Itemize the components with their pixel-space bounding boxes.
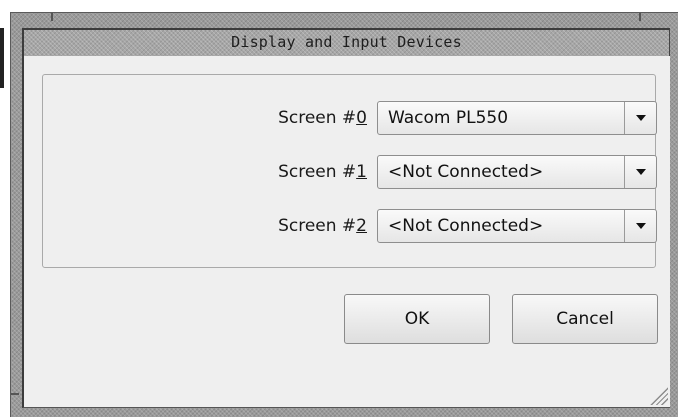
dialog-title: Display and Input Devices <box>231 33 462 51</box>
screen-1-mnemonic: 1 <box>356 162 367 182</box>
screenshot-stage: Display and Input Devices Screen #0 Waco… <box>0 0 678 417</box>
screen-row-1: Screen #1 <Not Connected> <box>43 155 657 189</box>
screen-2-dropdown-button[interactable] <box>624 210 656 242</box>
screen-row-0: Screen #0 Wacom PL550 <box>43 101 657 135</box>
dialog-body: Screen #0 Wacom PL550 Screen #1 <Not Con… <box>22 56 670 408</box>
screen-1-dropdown-button[interactable] <box>624 156 656 188</box>
ok-button[interactable]: OK <box>344 294 490 344</box>
chevron-down-icon <box>635 115 646 121</box>
screen-0-label: Screen #0 <box>278 108 367 128</box>
frame-resize-notch <box>11 393 19 395</box>
screen-1-dropdown[interactable]: <Not Connected> <box>377 155 657 189</box>
screen-2-label: Screen #2 <box>278 216 367 236</box>
screen-0-dropdown[interactable]: Wacom PL550 <box>377 101 657 135</box>
background-window-edge <box>0 28 4 88</box>
frame-resize-notch <box>51 13 53 21</box>
frame-resize-notch <box>639 13 641 21</box>
screen-2-dropdown[interactable]: <Not Connected> <box>377 209 657 243</box>
screen-row-2: Screen #2 <Not Connected> <box>43 209 657 243</box>
screens-group-box: Screen #0 Wacom PL550 Screen #1 <Not Con… <box>42 74 657 268</box>
screen-0-selected-value: Wacom PL550 <box>388 108 509 128</box>
screen-1-selected-value: <Not Connected> <box>388 162 544 182</box>
screen-0-dropdown-button[interactable] <box>624 102 656 134</box>
screen-0-mnemonic: 0 <box>356 108 367 128</box>
dialog-titlebar[interactable]: Display and Input Devices <box>22 28 670 56</box>
screen-2-mnemonic: 2 <box>356 216 367 236</box>
screen-1-label: Screen #1 <box>278 162 367 182</box>
screen-2-selected-value: <Not Connected> <box>388 216 544 236</box>
chevron-down-icon <box>635 169 646 175</box>
chevron-down-icon <box>635 223 646 229</box>
cancel-button[interactable]: Cancel <box>512 294 658 344</box>
resize-grip-icon[interactable] <box>646 383 668 405</box>
